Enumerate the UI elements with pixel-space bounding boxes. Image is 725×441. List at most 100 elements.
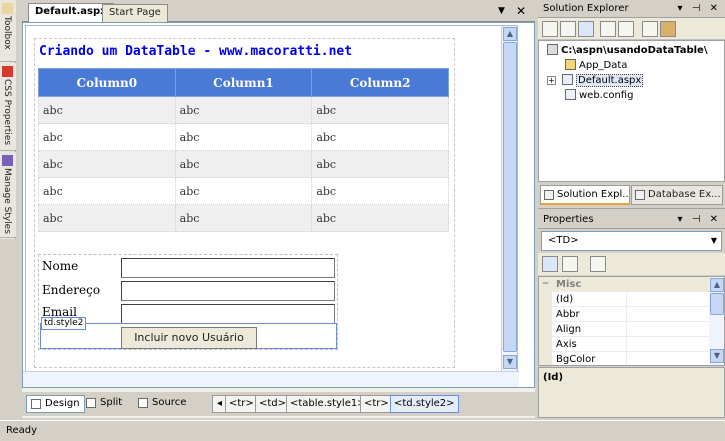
tab-database-explorer[interactable]: Database Ex...: [631, 185, 723, 205]
expand-icon[interactable]: +: [547, 76, 556, 85]
nest-related-files-icon[interactable]: [642, 21, 658, 37]
grid-cell: abc: [174, 204, 313, 232]
source-view-label: Source: [152, 397, 187, 408]
view-designer-icon[interactable]: [618, 21, 634, 37]
property-value[interactable]: [626, 292, 711, 307]
add-user-button[interactable]: Incluir novo Usuário: [121, 327, 257, 349]
properties-icon[interactable]: [542, 21, 558, 37]
source-view-button[interactable]: Source: [134, 395, 190, 413]
email-field[interactable]: [121, 304, 335, 324]
table-row: abc abc abc: [38, 123, 449, 151]
tab-default-aspx[interactable]: Default.aspx: [28, 3, 114, 23]
breadcrumb-item[interactable]: <table.style1>: [286, 395, 370, 413]
solution-explorer-title-bar: Solution Explorer ▾ ⊣ ✕: [538, 0, 725, 18]
alphabetical-icon[interactable]: [562, 256, 578, 272]
explorer-bottom-tabs: Solution Expl... Database Ex...: [538, 183, 725, 209]
status-text: Ready: [6, 425, 38, 436]
toolbox-icon: [2, 3, 13, 14]
grid-header-cell[interactable]: Column0: [38, 68, 176, 97]
manage-styles-tab-label: Manage Styles: [2, 168, 12, 234]
row-gutter: [539, 292, 552, 307]
tree-item-web-config[interactable]: web.config: [565, 89, 633, 103]
properties-object-value: <TD>: [548, 235, 579, 246]
property-row[interactable]: (Id): [539, 292, 711, 307]
table-row: abc abc abc: [38, 96, 449, 124]
properties-scrollbar[interactable]: ▲ ▼: [709, 277, 724, 365]
endereco-label: Endereço: [42, 283, 101, 297]
css-properties-tab[interactable]: CSS Properties: [0, 63, 16, 151]
database-explorer-icon: [635, 190, 645, 200]
solution-explorer-window-controls[interactable]: ▾ ⊣ ✕: [678, 0, 721, 18]
row-gutter: [539, 352, 552, 365]
scroll-thumb[interactable]: [503, 42, 517, 352]
manage-styles-tab[interactable]: Manage Styles: [0, 152, 16, 238]
tree-item-label: Default.aspx: [576, 74, 644, 87]
tree-item-default-aspx[interactable]: + Default.aspx: [547, 74, 644, 88]
grid-cell: abc: [38, 123, 176, 151]
grid-header-cell[interactable]: Column1: [174, 68, 313, 97]
property-category-label: Misc: [556, 279, 582, 290]
grid-header-cell[interactable]: Column2: [311, 68, 449, 97]
css-properties-icon: [2, 66, 13, 77]
asp-config-icon[interactable]: [660, 21, 676, 37]
document-close-icon[interactable]: ✕: [516, 4, 526, 18]
breadcrumb-item[interactable]: <tr>: [225, 395, 258, 413]
categorized-icon[interactable]: [542, 256, 558, 272]
row-gutter: [539, 307, 552, 322]
scroll-up-icon[interactable]: ▲: [503, 27, 517, 41]
view-code-icon[interactable]: [600, 21, 616, 37]
property-row[interactable]: BgColor: [539, 352, 711, 365]
grid-cell: abc: [311, 150, 449, 178]
source-view-icon: [138, 398, 148, 408]
design-view-button[interactable]: Design: [26, 395, 85, 413]
tab-label: Database Ex...: [648, 189, 721, 200]
grid-header-row: Column0 Column1 Column2: [38, 68, 449, 97]
collapse-icon[interactable]: −: [539, 277, 552, 292]
document-bottom-bar: Design Split Source ◂ <tr> <td> <table.s…: [22, 392, 535, 416]
property-value[interactable]: [626, 337, 711, 352]
folder-icon: [565, 59, 576, 70]
grid-cell: abc: [38, 177, 176, 205]
grid-cell: abc: [311, 123, 449, 151]
breadcrumb-item[interactable]: <td>: [255, 395, 291, 413]
tree-item-app-data[interactable]: App_Data: [565, 59, 627, 73]
property-value[interactable]: [626, 352, 711, 365]
split-view-button[interactable]: Split: [82, 395, 126, 413]
property-pages-icon[interactable]: [590, 256, 606, 272]
grid-cell: abc: [38, 96, 176, 124]
solution-tree: C:\aspn\usandoDataTable\ App_Data + Defau…: [538, 40, 725, 182]
scroll-up-icon[interactable]: ▲: [710, 278, 724, 292]
property-row[interactable]: Axis: [539, 337, 711, 352]
properties-window-controls[interactable]: ▾ ⊣ ✕: [678, 211, 721, 229]
breadcrumb-item[interactable]: <tr>: [360, 395, 393, 413]
solution-explorer-icon: [544, 190, 554, 200]
data-grid: Column0 Column1 Column2 abc abc abc abc …: [38, 68, 449, 232]
tab-start-page[interactable]: Start Page: [102, 4, 168, 22]
endereco-field[interactable]: [121, 281, 335, 301]
properties-object-select[interactable]: <TD> ▼: [541, 231, 722, 251]
scroll-down-icon[interactable]: ▼: [710, 349, 724, 363]
page-title: Criando um DataTable - www.macoratti.net: [39, 44, 353, 59]
document-tab-strip: Default.aspx Start Page ▼ ✕: [22, 0, 535, 23]
property-row[interactable]: Align: [539, 322, 711, 337]
property-value[interactable]: [626, 307, 711, 322]
chevron-down-icon: ▼: [710, 236, 717, 245]
scroll-thumb[interactable]: [710, 293, 724, 315]
nome-field[interactable]: [121, 258, 335, 278]
design-surface[interactable]: Criando um DataTable - www.macoratti.net…: [22, 22, 535, 388]
design-horizontal-scrollbar[interactable]: [23, 371, 519, 387]
property-value[interactable]: [626, 322, 711, 337]
property-row[interactable]: Abbr: [539, 307, 711, 322]
tree-root[interactable]: C:\aspn\usandoDataTable\: [547, 44, 707, 58]
property-category[interactable]: − Misc: [539, 277, 711, 292]
grid-cell: abc: [174, 123, 313, 151]
document-dropdown-icon[interactable]: ▼: [498, 4, 505, 18]
user-form: Nome Endereço Email td.style2 Incluir no…: [38, 254, 338, 350]
refresh-icon[interactable]: [578, 21, 594, 37]
breadcrumb-item-active[interactable]: <td.style2>: [390, 395, 459, 413]
design-vertical-scrollbar[interactable]: ▲ ▼: [501, 26, 517, 386]
toolbox-tab[interactable]: Toolbox: [0, 0, 16, 62]
scroll-down-icon[interactable]: ▼: [503, 355, 517, 369]
show-all-files-icon[interactable]: [560, 21, 576, 37]
tab-solution-explorer[interactable]: Solution Expl...: [540, 185, 630, 205]
